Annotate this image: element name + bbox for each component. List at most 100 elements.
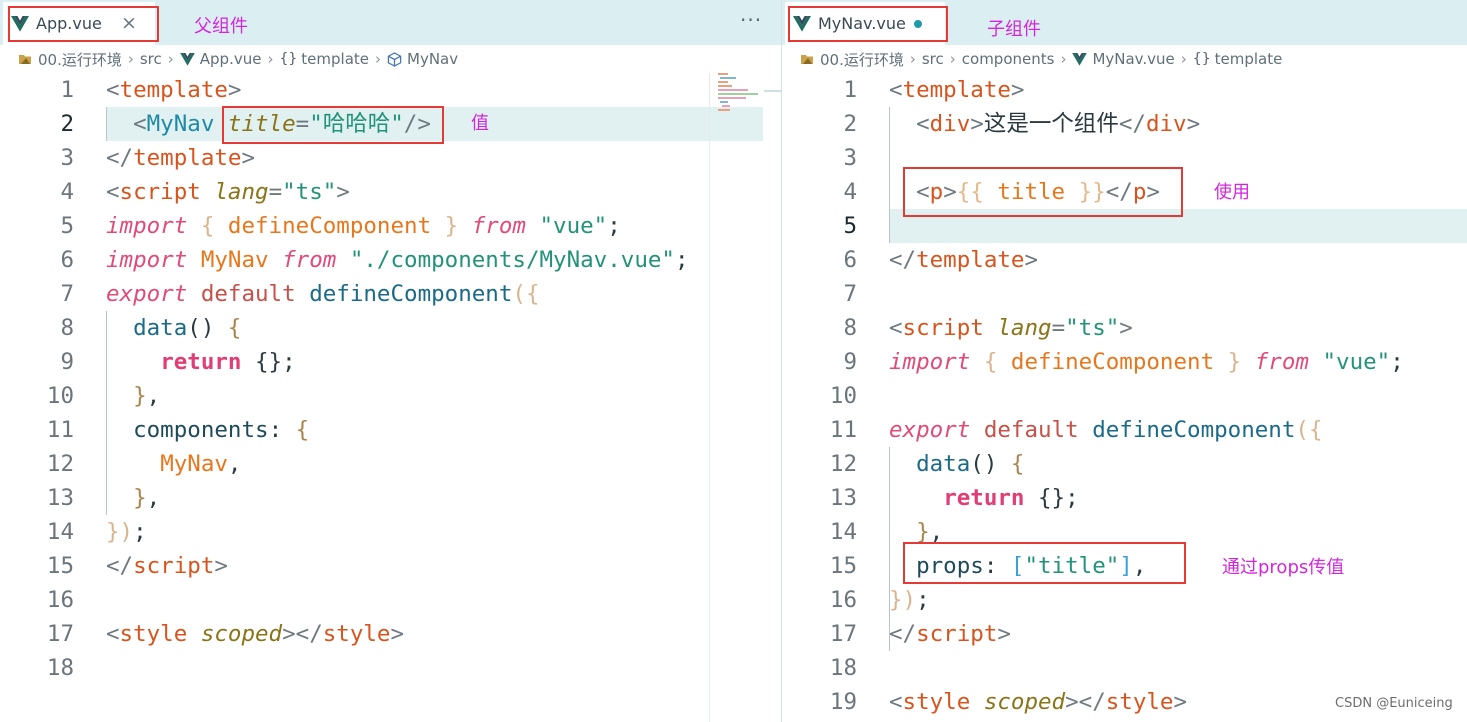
breadcrumb: 00.运行环境 › src › App.vue › {} template › M…	[18, 47, 458, 71]
code-line[interactable]: 11 components: {	[0, 413, 781, 447]
annotation-use: 使用	[1214, 182, 1250, 203]
code-text[interactable]: return {};	[889, 481, 1078, 515]
code-text[interactable]: <style scoped></style>	[106, 617, 404, 651]
code-line[interactable]: 17 </script>	[782, 617, 1467, 651]
code-text[interactable]: <script lang="ts">	[106, 175, 350, 209]
line-number: 14	[46, 519, 74, 545]
indent-guide	[889, 447, 890, 651]
code-text[interactable]: });	[106, 515, 147, 549]
chevron-right-icon: ›	[127, 50, 134, 68]
code-line[interactable]: 13 },	[0, 481, 781, 515]
code-line[interactable]: 9 import { defineComponent } from "vue";	[782, 345, 1467, 379]
highlight-box-props	[903, 542, 1186, 584]
breadcrumb-item-src[interactable]: src	[922, 50, 944, 68]
code-line[interactable]: 17 <style scoped></style>	[0, 617, 781, 651]
code-text[interactable]: <div>这是一个组件</div>	[889, 107, 1200, 141]
code-line[interactable]: 5 import { defineComponent } from "vue";	[0, 209, 781, 243]
line-number: 2	[843, 111, 857, 137]
breadcrumb-item-file[interactable]: App.vue	[179, 50, 261, 68]
editor-pane-mynav-vue[interactable]: MyNav.vue 子组件 00.运行环境 › src › components…	[782, 0, 1467, 722]
code-text[interactable]: </template>	[889, 243, 1038, 277]
line-number: 1	[60, 77, 74, 103]
code-text[interactable]: </template>	[106, 141, 255, 175]
code-line[interactable]: 1 <template>	[0, 73, 781, 107]
code-text[interactable]: });	[889, 583, 930, 617]
more-actions-icon[interactable]: ···	[740, 8, 762, 32]
line-number: 12	[829, 451, 857, 477]
code-line[interactable]: 6 </template>	[782, 243, 1467, 277]
code-text[interactable]: return {};	[106, 345, 295, 379]
breadcrumb-item-src[interactable]: src	[140, 50, 162, 68]
code-text[interactable]: import { defineComponent } from "vue";	[106, 209, 621, 243]
code-text[interactable]: <template>	[889, 73, 1024, 107]
code-text[interactable]: export default defineComponent({	[889, 413, 1323, 447]
code-line[interactable]: 14});	[0, 515, 781, 549]
code-text[interactable]: </script>	[106, 549, 228, 583]
code-line[interactable]: 18	[0, 651, 781, 685]
code-line[interactable]: 12 data() {	[782, 447, 1467, 481]
breadcrumb-item-components[interactable]: components	[962, 50, 1055, 68]
line-number: 2	[60, 111, 74, 137]
breadcrumb-item-root[interactable]: 00.运行环境	[800, 49, 904, 70]
code-line[interactable]: 1 <template>	[782, 73, 1467, 107]
code-text[interactable]: <template>	[106, 73, 241, 107]
code-text[interactable]: data() {	[106, 311, 241, 345]
code-text[interactable]: </script>	[889, 617, 1011, 651]
watermark-text: CSDN @Euniceing	[1335, 696, 1453, 711]
code-line[interactable]: 6 import MyNav from "./components/MyNav.v…	[0, 243, 781, 277]
code-text[interactable]: },	[106, 481, 160, 515]
minimap[interactable]	[716, 72, 764, 112]
code-line[interactable]: 16	[0, 583, 781, 617]
code-line[interactable]: 12 MyNav,	[0, 447, 781, 481]
minimap-slider[interactable]	[764, 90, 781, 92]
line-number: 14	[829, 519, 857, 545]
editor-pane-app-vue[interactable]: App.vue × ··· 父组件 00.运行环境 › src › App.vu…	[0, 0, 781, 722]
braces-icon: {}	[279, 51, 298, 67]
annotation-value: 值	[471, 113, 489, 134]
code-text[interactable]: export default defineComponent({	[106, 277, 540, 311]
line-number: 17	[829, 621, 857, 647]
code-line[interactable]: 7	[782, 277, 1467, 311]
code-line[interactable]: 13 return {};	[782, 481, 1467, 515]
line-number: 16	[46, 587, 74, 613]
breadcrumb-item-template[interactable]: {} template	[1193, 50, 1283, 68]
code-text[interactable]: MyNav,	[106, 447, 241, 481]
code-text[interactable]: data() {	[889, 447, 1024, 481]
code-text[interactable]: components: {	[106, 413, 309, 447]
breadcrumb-item-template[interactable]: {} template	[279, 50, 369, 68]
code-text[interactable]: },	[106, 379, 160, 413]
line-number: 8	[843, 315, 857, 341]
line-number: 18	[829, 655, 857, 681]
code-line[interactable]: 10 },	[0, 379, 781, 413]
line-number: 9	[843, 349, 857, 375]
code-line[interactable]: 3 </template>	[0, 141, 781, 175]
highlight-box-usage	[903, 167, 1183, 217]
code-line[interactable]: 10	[782, 379, 1467, 413]
code-text[interactable]: import { defineComponent } from "vue";	[889, 345, 1404, 379]
code-text[interactable]: <script lang="ts">	[889, 311, 1133, 345]
code-line[interactable]: 2 <div>这是一个组件</div>	[782, 107, 1467, 141]
code-line[interactable]: 7 export default defineComponent({	[0, 277, 781, 311]
code-line[interactable]: 9 return {};	[0, 345, 781, 379]
line-number: 10	[46, 383, 74, 409]
vue-logo-icon	[1072, 52, 1088, 66]
code-line[interactable]: 4 <script lang="ts">	[0, 175, 781, 209]
component-cube-icon	[387, 51, 402, 67]
code-line[interactable]: 11 export default defineComponent({	[782, 413, 1467, 447]
breadcrumb-item-file[interactable]: MyNav.vue	[1072, 50, 1175, 68]
code-line[interactable]: 8 data() {	[0, 311, 781, 345]
breadcrumb-item-root[interactable]: 00.运行环境	[18, 49, 122, 70]
code-line[interactable]: 15 </script>	[0, 549, 781, 583]
code-line[interactable]: 8 <script lang="ts">	[782, 311, 1467, 345]
vertical-scrollbar[interactable]	[709, 73, 710, 722]
code-text[interactable]: <style scoped></style>	[889, 685, 1187, 719]
chevron-right-icon: ›	[375, 50, 381, 68]
line-number: 15	[46, 553, 74, 579]
breadcrumb-item-component[interactable]: MyNav	[387, 50, 458, 68]
chevron-right-icon: ›	[949, 50, 956, 68]
code-text[interactable]: import MyNav from "./components/MyNav.vu…	[106, 243, 689, 277]
breadcrumb: 00.运行环境 › src › components › MyNav.vue ›…	[800, 47, 1282, 71]
code-line[interactable]: 16});	[782, 583, 1467, 617]
code-line[interactable]: 18	[782, 651, 1467, 685]
chevron-right-icon: ›	[167, 50, 174, 68]
